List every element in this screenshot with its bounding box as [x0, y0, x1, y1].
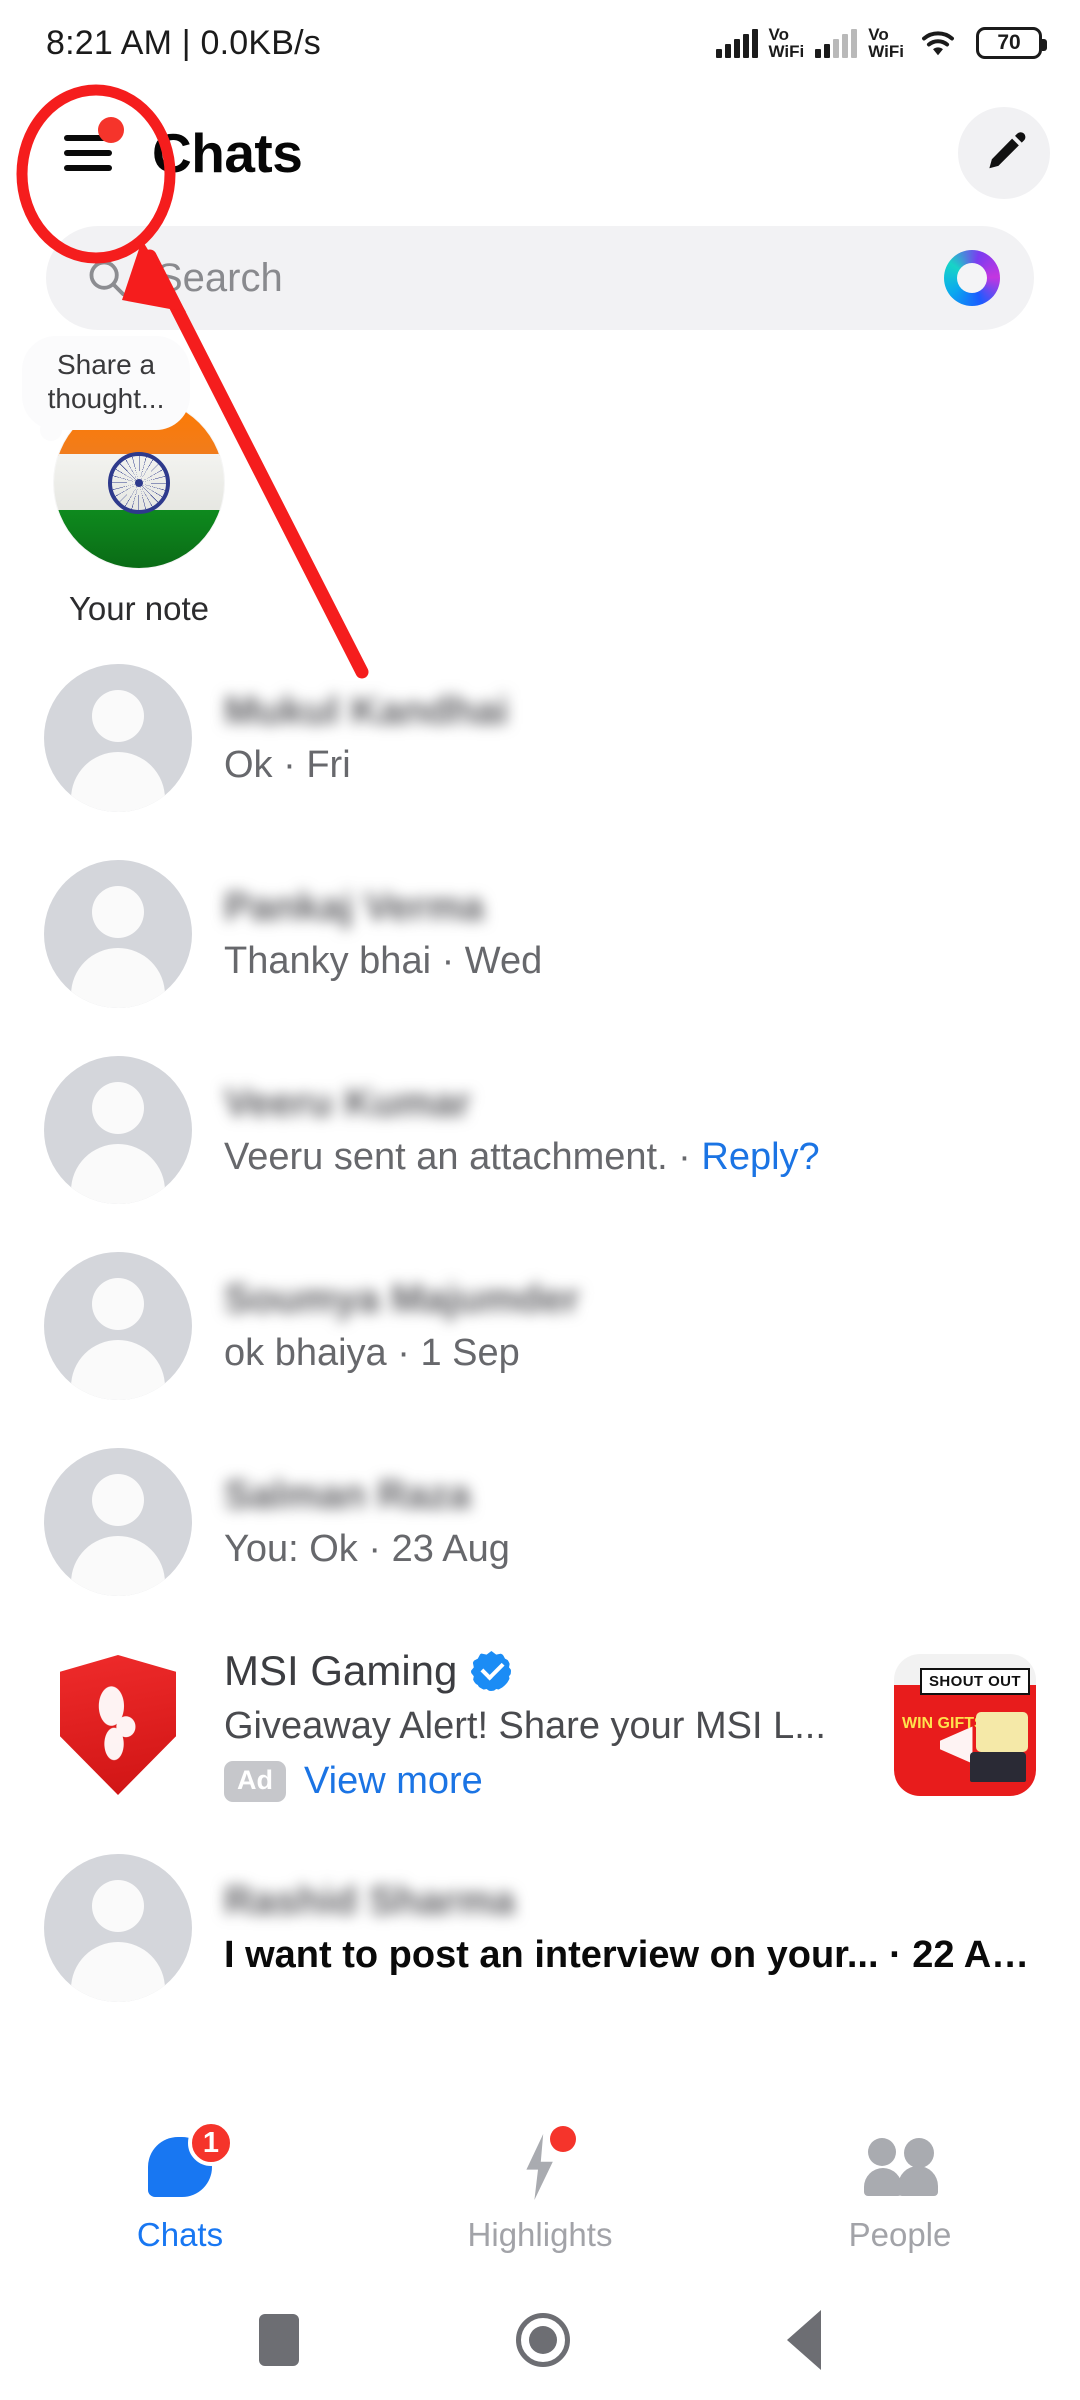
search-icon: [89, 260, 126, 297]
pencil-compose-icon: [989, 132, 1026, 169]
signal-strength-icon-sim1: [715, 28, 758, 58]
chat-row-body: Mukul Kandhai Ok · Fri: [224, 689, 1036, 787]
avatar: [44, 1056, 192, 1204]
your-note-item[interactable]: Share a thought... Your note: [22, 336, 232, 628]
status-indicators: Vo WiFi Vo WiFi 70: [715, 26, 1047, 60]
thumbnail-laptop-graphic: [970, 1752, 1026, 1782]
search-input[interactable]: Search: [156, 256, 918, 301]
tab-chats[interactable]: 1 Chats: [0, 2120, 360, 2254]
volte-wifi-icon-sim1: Vo WiFi: [769, 26, 805, 60]
chats-unread-badge: 1: [188, 2120, 234, 2166]
chat-contact-name: Salman Raza: [224, 1473, 471, 1517]
reply-link[interactable]: Reply?: [701, 1136, 819, 1178]
sponsored-name: MSI Gaming: [224, 1647, 458, 1694]
chat-row-body: Salman Raza You: Ok · 23 Aug: [224, 1473, 1036, 1571]
avatar: [44, 860, 192, 1008]
chat-snippet: Veeru sent an attachment. · Reply?: [224, 1136, 1036, 1179]
volte-label-bottom-2: WiFi: [868, 42, 904, 61]
chat-snippet: You: Ok · 23 Aug: [224, 1528, 510, 1570]
status-bar: 8:21 AM | 0.0KB/s Vo WiFi Vo WiFi 70: [0, 0, 1080, 86]
search-bar[interactable]: Search: [46, 226, 1034, 330]
volte-label-top: Vo: [768, 25, 789, 44]
signal-strength-icon-sim2: [815, 28, 858, 58]
status-time-and-network-speed: 8:21 AM | 0.0KB/s: [46, 23, 321, 62]
table-row[interactable]: Salman Raza You: Ok · 23 Aug: [0, 1424, 1080, 1620]
avatar: [44, 1854, 192, 2002]
chat-snippet: Ok · Fri: [224, 744, 351, 786]
table-row[interactable]: Pankaj Verma Thanky bhai · Wed: [0, 836, 1080, 1032]
avatar: [44, 1252, 192, 1400]
chat-contact-name: Mukul Kandhai: [224, 689, 509, 733]
app-header: Chats: [0, 86, 1080, 220]
bottom-tab-bar: 1 Chats Highlights People: [0, 2100, 1080, 2280]
avatar: [44, 664, 192, 812]
chat-row-body: Soumya Majumder ok bhaiya · 1 Sep: [224, 1277, 1036, 1375]
tab-chats-label: Chats: [136, 2216, 224, 2253]
table-row[interactable]: Veeru Kumar Veeru sent an attachment. · …: [0, 1032, 1080, 1228]
tab-highlights-label: Highlights: [467, 2216, 613, 2253]
avatar: [44, 1448, 192, 1596]
people-icon: [862, 2132, 938, 2202]
chat-contact-name: Soumya Majumder: [224, 1277, 580, 1321]
chat-row-body: Pankaj Verma Thanky bhai · Wed: [224, 885, 1036, 983]
menu-notification-dot: [98, 117, 124, 143]
back-triangle-icon[interactable]: [787, 2310, 822, 2370]
sponsored-snippet: Giveaway Alert! Share your MSI L...: [224, 1705, 826, 1747]
search-section: Search: [0, 220, 1080, 330]
chat-contact-name: Pankaj Verma: [224, 885, 485, 929]
view-more-link[interactable]: View more: [304, 1760, 483, 1803]
chat-snippet: I want to post an interview on your... ·…: [224, 1934, 1036, 1976]
tab-people-label: People: [848, 2216, 952, 2253]
ashoka-chakra-icon: [108, 452, 170, 514]
chat-contact-name: Veeru Kumar: [224, 1081, 471, 1125]
compose-button[interactable]: [958, 107, 1050, 199]
chat-row-body: Veeru Kumar Veeru sent an attachment. · …: [224, 1081, 1036, 1179]
chat-snippet-text: Veeru sent an attachment. ·: [224, 1136, 702, 1178]
table-row[interactable]: Mukul Kandhai Ok · Fri: [0, 640, 1080, 836]
lightning-bolt-icon: [502, 2126, 578, 2202]
home-circle-icon[interactable]: [515, 2313, 570, 2367]
sponsored-row[interactable]: MSI Gaming Giveaway Alert! Share your MS…: [0, 1620, 1080, 1830]
thumbnail-card-graphic: [976, 1712, 1028, 1752]
tab-people[interactable]: People: [720, 2132, 1080, 2254]
chat-row-body: Rashid Sharma I want to post an intervie…: [224, 1879, 1036, 1977]
table-row[interactable]: Rashid Sharma I want to post an intervie…: [0, 1830, 1080, 2026]
thumbnail-shout-out-label: SHOUT OUT: [920, 1668, 1030, 1695]
volte-label-top-2: Vo: [868, 25, 889, 44]
wifi-icon: [922, 31, 954, 56]
your-note-label: Your note: [68, 590, 210, 627]
verified-badge-icon: [471, 1651, 512, 1691]
sponsored-name-row: MSI Gaming: [224, 1647, 870, 1695]
notes-row: Share a thought... Your note: [0, 330, 1080, 640]
note-bubble-text[interactable]: Share a thought...: [22, 336, 190, 441]
battery-icon: 70: [976, 27, 1047, 59]
meta-ai-icon[interactable]: [944, 250, 1000, 306]
ad-badge: Ad: [224, 1761, 286, 1802]
menu-button[interactable]: [46, 111, 130, 195]
msi-giveaway-thumbnail[interactable]: SHOUT OUT WIN GIFTS: [894, 1654, 1036, 1796]
page-title: Chats: [152, 122, 303, 184]
chat-snippet: Thanky bhai · Wed: [224, 940, 543, 982]
sponsored-body: MSI Gaming Giveaway Alert! Share your MS…: [224, 1647, 870, 1803]
volte-label-bottom: WiFi: [768, 42, 805, 61]
volte-wifi-icon-sim2: Vo WiFi: [868, 26, 904, 60]
chat-contact-name: Rashid Sharma: [224, 1879, 516, 1923]
android-system-nav: [0, 2280, 1080, 2400]
tab-highlights[interactable]: Highlights: [360, 2126, 720, 2254]
battery-level-label: 70: [997, 31, 1021, 54]
chat-snippet: ok bhaiya · 1 Sep: [224, 1332, 520, 1374]
chat-list: Mukul Kandhai Ok · Fri Pankaj Verma Than…: [0, 640, 1080, 2026]
chat-bubble-icon: 1: [142, 2120, 234, 2202]
sponsored-cta-row: Ad View more: [224, 1760, 870, 1803]
recents-square-icon[interactable]: [258, 2314, 299, 2366]
msi-shield-logo: [44, 1651, 192, 1799]
highlights-notification-dot: [550, 2126, 576, 2152]
table-row[interactable]: Soumya Majumder ok bhaiya · 1 Sep: [0, 1228, 1080, 1424]
